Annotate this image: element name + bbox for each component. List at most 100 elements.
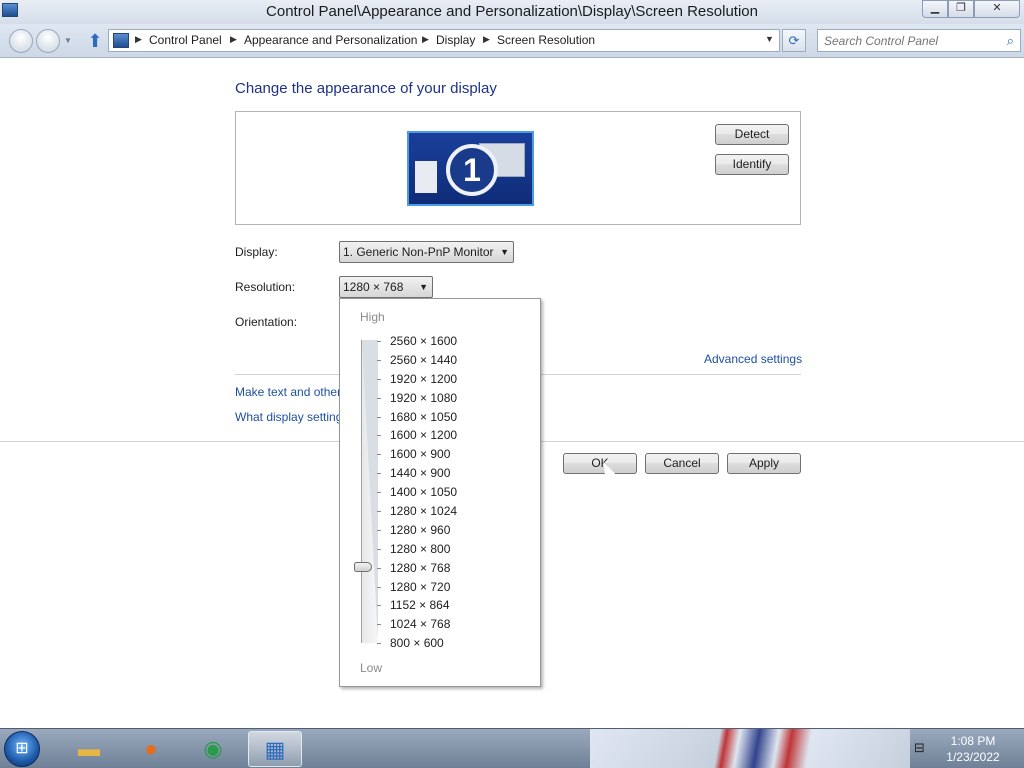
up-arrow-icon[interactable]: ⬆ [86, 31, 104, 51]
refresh-button[interactable]: ⟳ [782, 29, 806, 52]
resolution-option-label: 1280 × 800 [390, 541, 451, 556]
taskbar: ⊞ ▬ ● ◉ ▦ ⊟ 1:08 PM 1/23/2022 [0, 728, 1024, 768]
cancel-button[interactable]: Cancel [645, 453, 719, 474]
high-label: High [360, 310, 385, 324]
slider-tick [377, 473, 381, 475]
monitor-number: 1 [446, 144, 498, 196]
monitor-panel: 1 Detect Identify [235, 111, 801, 225]
resolution-option-label: 1600 × 1200 [390, 428, 458, 443]
clock-time: 1:08 PM [950, 734, 996, 748]
resolution-options-list: 2560 × 1600 2560 × 1440 1920 × 1200 1920… [364, 332, 534, 653]
resolution-option[interactable]: 800 × 600 [364, 634, 534, 653]
breadcrumb-appearance[interactable]: Appearance and Personalization [244, 33, 417, 47]
identify-button[interactable]: Identify [715, 154, 789, 175]
resolution-option[interactable]: 1152 × 864 [364, 596, 534, 615]
slider-tick [377, 643, 381, 645]
resolution-option-label: 1152 × 864 [390, 598, 450, 613]
resolution-option-label: 1280 × 768 [390, 560, 451, 575]
resolution-option-label: 1600 × 900 [390, 447, 451, 462]
resolution-option[interactable]: 1280 × 1024 [364, 502, 534, 521]
title-bar: Control Panel\Appearance and Personaliza… [0, 0, 1024, 24]
resolution-option-selected[interactable]: 1280 × 768 [364, 559, 534, 578]
resolution-option[interactable]: 1024 × 768 [364, 615, 534, 634]
wallpaper-strip [590, 729, 910, 768]
clock[interactable]: 1:08 PM 1/23/2022 [935, 733, 1011, 765]
firefox-icon[interactable]: ● [124, 731, 178, 767]
slider-tick [377, 416, 381, 418]
orientation-label: Orientation: [235, 315, 298, 329]
chrome-icon[interactable]: ◉ [186, 731, 240, 767]
close-button[interactable]: ✕ [974, 0, 1020, 18]
resolution-option[interactable]: 2560 × 1440 [364, 351, 534, 370]
breadcrumb-separator-icon[interactable]: ▶ [230, 34, 237, 45]
address-bar: ▼ ⬆ ▶ Control Panel ▶ Appearance and Per… [0, 24, 1024, 58]
breadcrumb[interactable]: ▶ Control Panel ▶ Appearance and Persona… [108, 29, 780, 52]
search-box[interactable]: ⌕ [817, 29, 1021, 52]
slider-tick [377, 435, 381, 437]
display-settings-help-link[interactable]: What display setting [235, 410, 342, 424]
maximize-button[interactable]: ❐ [948, 0, 974, 18]
resolution-dropdown[interactable]: High 2560 × 1600 2560 × 1440 1920 × 1200… [339, 298, 541, 687]
resolution-option-label: 1680 × 1050 [390, 409, 458, 424]
minimize-button[interactable]: ▁ [922, 0, 948, 18]
advanced-settings-link[interactable]: Advanced settings [704, 352, 802, 366]
apply-button[interactable]: Apply [727, 453, 801, 474]
resolution-label: Resolution: [235, 280, 296, 294]
network-icon[interactable]: ⊟ [914, 740, 925, 756]
slider-tick [377, 529, 381, 531]
forward-button[interactable] [36, 29, 60, 53]
resolution-option-label: 2560 × 1600 [390, 334, 458, 348]
slider-tick [377, 605, 381, 607]
start-orb-icon[interactable]: ⊞ [4, 731, 40, 767]
text-size-link[interactable]: Make text and other [235, 385, 341, 399]
display-label: Display: [235, 245, 278, 259]
monitor-1-icon[interactable]: 1 [407, 131, 534, 206]
low-label: Low [360, 661, 383, 675]
address-dropdown-icon[interactable]: ▼ [765, 34, 774, 44]
search-icon[interactable]: ⌕ [1007, 33, 1014, 49]
resolution-option-label: 1920 × 1200 [390, 371, 458, 386]
breadcrumb-control-panel[interactable]: Control Panel [149, 33, 222, 47]
slider-tick [377, 624, 381, 626]
breadcrumb-separator-icon[interactable]: ▶ [483, 34, 490, 45]
resolution-option[interactable]: 2560 × 1600 [364, 332, 534, 351]
resolution-option[interactable]: 1920 × 1200 [364, 370, 534, 389]
resolution-option-label: 1440 × 900 [390, 466, 451, 481]
resolution-select-value: 1280 × 768 [343, 280, 404, 294]
display-select[interactable]: 1. Generic Non-PnP Monitor ▼ [339, 241, 514, 263]
chevron-down-icon: ▼ [500, 247, 509, 257]
resolution-option[interactable]: 1600 × 1200 [364, 426, 534, 445]
slider-tick [377, 397, 381, 399]
control-panel-taskbar-icon[interactable]: ▦ [248, 731, 302, 767]
resolution-option-label: 1280 × 1024 [390, 504, 458, 519]
resolution-option[interactable]: 1680 × 1050 [364, 408, 534, 427]
resolution-option[interactable]: 1400 × 1050 [364, 483, 534, 502]
breadcrumb-display[interactable]: Display [436, 33, 475, 47]
slider-tick [377, 548, 381, 550]
resolution-option[interactable]: 1280 × 800 [364, 540, 534, 559]
page-title: Change the appearance of your display [235, 80, 497, 97]
search-input[interactable] [824, 33, 994, 49]
resolution-option[interactable]: 1920 × 1080 [364, 389, 534, 408]
resolution-option[interactable]: 1440 × 900 [364, 464, 534, 483]
detect-button[interactable]: Detect [715, 124, 789, 145]
slider-tick [377, 586, 381, 588]
resolution-option-label: 1280 × 720 [390, 579, 451, 594]
slider-tick [377, 511, 381, 513]
slider-tick [377, 378, 381, 380]
slider-tick [377, 567, 381, 569]
resolution-select[interactable]: 1280 × 768 ▼ [339, 276, 433, 298]
breadcrumb-screen-resolution[interactable]: Screen Resolution [497, 33, 595, 47]
recent-pages-chevron-icon[interactable]: ▼ [64, 36, 72, 45]
resolution-option-label: 1024 × 768 [390, 617, 451, 632]
resolution-option[interactable]: 1600 × 900 [364, 445, 534, 464]
clock-date: 1/23/2022 [946, 750, 1000, 764]
breadcrumb-separator-icon[interactable]: ▶ [135, 34, 142, 45]
back-button[interactable] [9, 29, 33, 53]
resolution-option-label: 1400 × 1050 [390, 485, 458, 500]
resolution-option-label: 1920 × 1080 [390, 390, 458, 405]
windows-explorer-icon[interactable]: ▬ [62, 731, 116, 767]
resolution-option[interactable]: 1280 × 720 [364, 578, 534, 597]
breadcrumb-separator-icon[interactable]: ▶ [422, 34, 429, 45]
resolution-option[interactable]: 1280 × 960 [364, 521, 534, 540]
